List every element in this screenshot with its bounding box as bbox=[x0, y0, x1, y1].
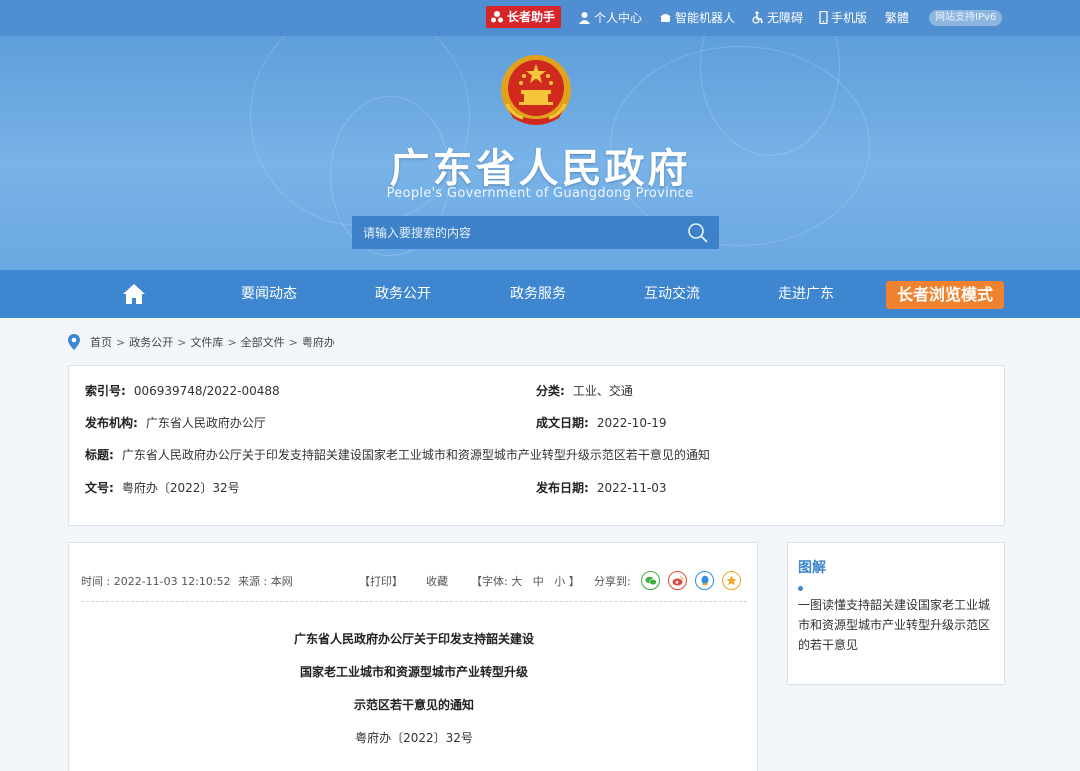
favorite-button[interactable]: 收藏 bbox=[426, 573, 448, 589]
publish-time: 时间 : 2022-11-03 12:10:52 bbox=[81, 575, 231, 588]
created-label: 成文日期: bbox=[536, 416, 589, 430]
nav-item-guangdong[interactable]: 走进广东 bbox=[778, 270, 834, 318]
assistant-label: 长者助手 bbox=[507, 10, 556, 24]
assistant-icon bbox=[491, 11, 503, 23]
category: 分类: 工业、交通 bbox=[536, 382, 633, 399]
published-label: 发布日期: bbox=[536, 481, 589, 495]
mobile-link[interactable]: 手机版 bbox=[819, 9, 867, 26]
weibo-icon bbox=[672, 576, 683, 585]
font-size-label: 【字体: bbox=[471, 575, 508, 588]
qzone-share-button[interactable] bbox=[722, 571, 741, 590]
title-value: 广东省人民政府办公厅关于印发支持韶关建设国家老工业城市和资源型城市产业转型升级示… bbox=[121, 448, 710, 462]
breadcrumb-file-library[interactable]: 文件库 bbox=[190, 334, 223, 350]
mobile-icon bbox=[819, 11, 828, 24]
top-bar: 长者助手 个人中心 智能机器人 无障碍 手机版 繁體 网站支持IPv6 bbox=[0, 0, 1080, 36]
accessibility-icon bbox=[752, 11, 763, 24]
breadcrumb: 首页 > 政务公开 > 文件库 > 全部文件 > 粤府办 bbox=[68, 333, 335, 351]
font-size-close: 】 bbox=[568, 575, 580, 588]
document-number: 文号: 粤府办〔2022〕32号 bbox=[85, 479, 240, 496]
bullet-dot bbox=[798, 586, 803, 591]
breadcrumb-separator: > bbox=[288, 335, 298, 349]
elder-mode-button[interactable]: 长者浏览模式 bbox=[886, 281, 1004, 309]
published-date: 发布日期: 2022-11-03 bbox=[536, 479, 667, 496]
nav-item-gov-affairs[interactable]: 政务公开 bbox=[375, 270, 431, 318]
wechat-share-button[interactable] bbox=[641, 571, 660, 590]
category-value: 工业、交通 bbox=[572, 384, 633, 398]
robot-link[interactable]: 智能机器人 bbox=[659, 9, 735, 26]
breadcrumb-all-files[interactable]: 全部文件 bbox=[241, 334, 285, 350]
category-label: 分类: bbox=[536, 384, 565, 398]
elder-assistant-button[interactable]: 长者助手 bbox=[486, 6, 562, 28]
mobile-label: 手机版 bbox=[831, 11, 868, 25]
robot-icon bbox=[660, 14, 671, 22]
index-number: 索引号: 006939748/2022-00488 bbox=[85, 382, 280, 399]
infographic-panel: 图解 一图读懂支持韶关建设国家老工业城市和资源型城市产业转型升级示范区的若干意见 bbox=[787, 542, 1005, 685]
publisher: 发布机构: 广东省人民政府办公厅 bbox=[85, 414, 266, 431]
location-pin-icon bbox=[68, 334, 80, 350]
article-source: 来源 : 本网 bbox=[238, 575, 293, 588]
created-value: 2022-10-19 bbox=[596, 416, 667, 430]
national-emblem bbox=[501, 55, 571, 125]
nav-item-interaction[interactable]: 互动交流 bbox=[644, 270, 700, 318]
accessibility-label: 无障碍 bbox=[767, 11, 804, 25]
user-icon bbox=[579, 12, 590, 24]
article-panel: 时间 : 2022-11-03 12:10:52 来源 : 本网 【打印】 收藏… bbox=[68, 542, 758, 771]
home-icon[interactable] bbox=[122, 283, 146, 305]
docno-label: 文号: bbox=[85, 481, 114, 495]
docno-value: 粤府办〔2022〕32号 bbox=[121, 481, 240, 495]
weibo-share-button[interactable] bbox=[668, 571, 687, 590]
nav-item-news[interactable]: 要闻动态 bbox=[241, 270, 297, 318]
qzone-icon bbox=[726, 575, 737, 586]
robot-label: 智能机器人 bbox=[675, 11, 736, 25]
published-value: 2022-11-03 bbox=[596, 481, 667, 495]
print-button[interactable]: 【打印】 bbox=[359, 573, 403, 589]
header-banner: 广东省人民政府 People's Government of Guangdong… bbox=[0, 36, 1080, 270]
meta-divider bbox=[81, 601, 747, 602]
article-title-line-2: 国家老工业城市和资源型城市产业转型升级 bbox=[299, 665, 528, 679]
personal-center-link[interactable]: 个人中心 bbox=[578, 9, 642, 26]
index-value: 006939748/2022-00488 bbox=[133, 384, 280, 398]
created-date: 成文日期: 2022-10-19 bbox=[536, 414, 667, 431]
infographic-title: 图解 bbox=[798, 560, 826, 576]
share-label: 分享到: bbox=[594, 575, 631, 588]
site-subtitle: People's Government of Guangdong Provinc… bbox=[386, 186, 694, 201]
traditional-chinese-link[interactable]: 繁體 bbox=[885, 9, 909, 26]
document-title: 标题: 广东省人民政府办公厅关于印发支持韶关建设国家老工业城市和资源型城市产业转型… bbox=[85, 446, 710, 463]
wechat-icon bbox=[645, 576, 657, 585]
search-bar bbox=[352, 216, 719, 249]
accessibility-link[interactable]: 无障碍 bbox=[751, 9, 803, 26]
breadcrumb-separator: > bbox=[177, 335, 187, 349]
font-small-button[interactable]: 小 bbox=[554, 575, 565, 588]
personal-center-label: 个人中心 bbox=[594, 11, 643, 25]
qq-share-button[interactable] bbox=[695, 571, 714, 590]
main-nav: 要闻动态 政务公开 政务服务 互动交流 走进广东 长者浏览模式 bbox=[0, 270, 1080, 318]
search-input[interactable] bbox=[352, 216, 677, 249]
document-info-card: 索引号: 006939748/2022-00488 分类: 工业、交通 发布机构: 广… bbox=[68, 365, 1005, 526]
search-icon[interactable] bbox=[687, 222, 709, 244]
breadcrumb-gov-affairs[interactable]: 政务公开 bbox=[129, 334, 173, 350]
breadcrumb-separator: > bbox=[116, 335, 126, 349]
article-title-line-1: 广东省人民政府办公厅关于印发支持韶关建设 bbox=[293, 632, 534, 646]
publisher-value: 广东省人民政府办公厅 bbox=[145, 416, 266, 430]
publisher-label: 发布机构: bbox=[85, 416, 138, 430]
breadcrumb-home[interactable]: 首页 bbox=[90, 334, 112, 350]
article-doc-number: 粤府办〔2022〕32号 bbox=[355, 731, 473, 745]
qq-icon bbox=[700, 575, 709, 586]
nav-item-services[interactable]: 政务服务 bbox=[510, 270, 566, 318]
ipv6-badge: 网站支持IPv6 bbox=[929, 10, 1003, 26]
title-label: 标题: bbox=[85, 448, 114, 462]
breadcrumb-separator: > bbox=[227, 335, 237, 349]
font-large-button[interactable]: 大 bbox=[511, 575, 522, 588]
article-title-line-3: 示范区若干意见的通知 bbox=[353, 698, 474, 712]
breadcrumb-current[interactable]: 粤府办 bbox=[302, 334, 335, 350]
infographic-link[interactable]: 一图读懂支持韶关建设国家老工业城市和资源型城市产业转型升级示范区的若干意见 bbox=[798, 595, 998, 655]
font-size-control: 【字体: 大 中 小 】 bbox=[471, 573, 580, 589]
font-medium-button[interactable]: 中 bbox=[533, 575, 544, 588]
traditional-label: 繁體 bbox=[885, 11, 910, 25]
index-label: 索引号: bbox=[85, 384, 126, 398]
